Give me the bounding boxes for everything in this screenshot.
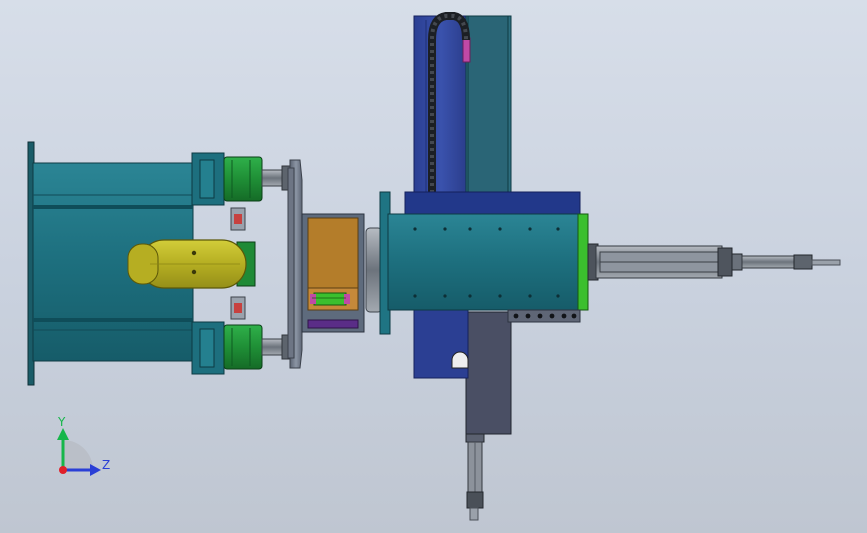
bearing-housing <box>301 213 365 333</box>
mounting-flange <box>287 159 303 369</box>
main-teal-block <box>387 213 589 323</box>
x-axis-origin <box>59 466 67 474</box>
bottom-cylinder <box>465 433 485 521</box>
y-axis-label: Y <box>57 415 66 429</box>
rotary-flange <box>365 191 391 335</box>
coordinate-triad: Y Z <box>57 415 110 476</box>
top-motor <box>191 152 293 206</box>
cad-model-view[interactable]: Y Z <box>0 0 867 533</box>
yellow-carriage <box>127 239 256 289</box>
spindle-assembly <box>587 243 841 281</box>
bottom-motor <box>191 321 293 375</box>
z-axis-label: Z <box>102 458 110 472</box>
z-axis-arrow <box>90 464 101 476</box>
cad-viewport[interactable]: Y Z <box>0 0 867 533</box>
y-axis-arrow <box>57 428 69 440</box>
horizontal-beam <box>404 191 581 217</box>
coupling-top <box>230 207 246 231</box>
coupling-bottom <box>230 296 246 320</box>
